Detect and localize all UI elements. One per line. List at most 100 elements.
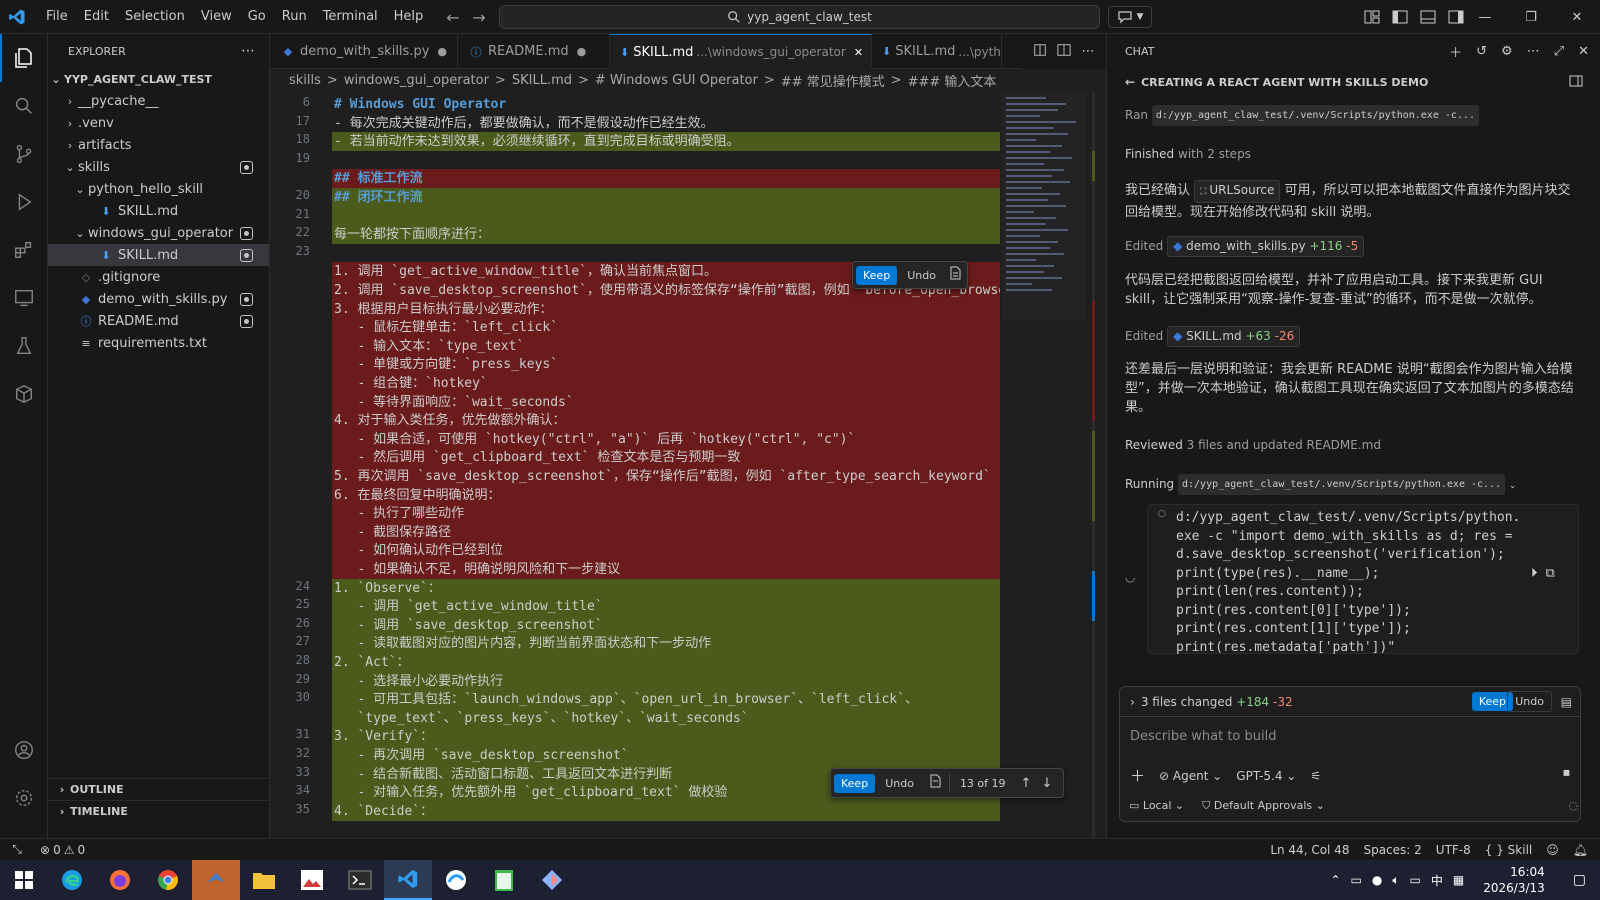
remote-indicator-icon[interactable]: ⤡ [0,842,34,857]
undo-button[interactable]: Undo [878,774,921,793]
open-terminal-icon[interactable]: ⧉ [1546,566,1555,581]
app-icon[interactable] [432,860,480,900]
history-icon[interactable]: ↺ [1476,44,1487,59]
testing-icon[interactable] [0,322,48,370]
edited-file-chip[interactable]: ◆ SKILL.md +63 -26 [1167,326,1301,347]
menu-item-help[interactable]: Help [386,0,432,34]
copilot-toggle[interactable]: ▼ [1108,0,1152,34]
add-context-icon[interactable]: ＋ [1130,765,1145,786]
maximize-icon[interactable]: ⤢ [1554,44,1564,59]
folder-windows-gui-operator[interactable]: ⌄ windows_gui_operator [48,222,269,244]
command-center-search[interactable]: yyp_agent_claw_test [499,5,1100,29]
containers-icon[interactable] [0,370,48,418]
windows-start-icon[interactable] [0,860,48,900]
chrome-icon[interactable] [144,860,192,900]
notepad-icon[interactable] [480,860,528,900]
file-item[interactable]: ◆ demo_with_skills.py [48,288,269,310]
clock[interactable]: 16:04 2026/3/13 [1469,864,1559,896]
close-tab-icon[interactable]: ✕ [854,46,863,59]
app-icon[interactable] [192,860,240,900]
back-arrow-icon[interactable]: ← [1125,75,1135,89]
tab-skill-md[interactable]: ⬇ SKILL.md ...\pyth [872,34,1002,69]
indentation[interactable]: Spaces: 2 [1363,843,1421,857]
more-actions-icon[interactable]: ⋯ [241,43,255,59]
notification-center-icon[interactable]: ▢ [1559,872,1600,888]
source-control-icon[interactable] [0,130,48,178]
remote-explorer-icon[interactable] [0,274,48,322]
minimap[interactable] [1000,91,1090,861]
breadcrumb-item[interactable]: skills [289,73,321,88]
keep-button[interactable]: Keep [834,773,876,793]
app-icon[interactable] [528,860,576,900]
customize-layout-icon[interactable] [1360,10,1384,24]
language-mode[interactable]: { } Skill [1485,843,1532,857]
workspace-root[interactable]: ⌄ YYP_AGENT_CLAW_TEST [48,68,269,90]
menu-item-edit[interactable]: Edit [76,0,117,34]
file-item[interactable]: ⬇ SKILL.md [48,200,269,222]
mode-picker[interactable]: ⊘ Agent ⌄ [1159,769,1222,783]
unsaved-changes-icon[interactable]: ● [437,45,447,58]
file-item[interactable]: ◇ .gitignore [48,266,269,288]
ime-indicator[interactable]: 中 [1426,872,1448,889]
run-debug-icon[interactable] [0,178,48,226]
app-tray-icon[interactable]: ● [1367,873,1387,887]
encoding[interactable]: UTF-8 [1436,843,1471,857]
display-icon[interactable]: ▭ [1346,873,1367,887]
explorer-icon[interactable] [0,34,48,82]
breadcrumb-item[interactable]: SKILL.md [512,73,572,88]
folder-skills[interactable]: ⌄ skills [48,156,269,178]
extensions-icon[interactable] [0,226,48,274]
vscode-taskbar-icon[interactable] [384,860,432,900]
chat-input[interactable]: Describe what to build [1130,729,1277,744]
stop-icon[interactable]: ⏹ [1563,765,1570,781]
edge-browser-icon[interactable] [48,860,96,900]
vscode-logo-icon[interactable] [0,0,34,34]
breadcrumb-item[interactable]: ## 常见操作模式 [781,71,885,90]
model-picker[interactable]: GPT-5.4 ⌄ [1236,769,1296,783]
file-item[interactable]: ⓘ README.md [48,310,269,332]
approvals-picker[interactable]: ⛉ Default Approvals ⌄ [1202,799,1325,813]
inline-undo-button[interactable]: Undo [900,266,943,285]
tools-icon[interactable]: ⚟ [1310,769,1321,783]
chevron-down-icon[interactable]: ⌄ [1509,481,1517,491]
files-changed-bar[interactable]: › 3 files changed +184 -32 Keep Undo ▤ [1120,687,1580,717]
more-actions-icon[interactable]: ⋯ [1527,44,1540,59]
open-changes-icon[interactable] [1028,43,1052,61]
forward-arrow-icon[interactable]: → [466,8,492,27]
photos-icon[interactable] [288,860,336,900]
terminal-output[interactable]: ○ d:/yyp_agent_claw_test/.venv/Scripts/p… [1147,504,1579,655]
menu-item-go[interactable]: Go [240,0,274,34]
split-editor-icon[interactable] [1052,43,1076,61]
edited-file-chip[interactable]: ◆ demo_with_skills.py +116 -5 [1167,236,1365,257]
outline-section[interactable]: › OUTLINE [48,778,270,800]
network-icon[interactable]: ▭ [1405,873,1426,887]
settings-gear-icon[interactable] [0,774,48,822]
restore-icon[interactable]: ❐ [1508,0,1554,34]
minimize-icon[interactable]: — [1462,0,1508,34]
ran-command[interactable]: d:/yyp_agent_claw_test/.venv/Scripts/pyt… [1151,105,1479,126]
back-arrow-icon[interactable]: ← [440,8,466,27]
toggle-primary-sidebar-icon[interactable] [1388,10,1412,24]
search-icon[interactable] [0,82,48,130]
toggle-panel-icon[interactable] [1416,10,1440,24]
view-changes-icon[interactable]: ▤ [1561,695,1572,709]
account-icon[interactable] [0,726,48,774]
show-diff-icon[interactable] [943,266,967,284]
toggle-sidebar-icon[interactable] [1569,75,1583,90]
timeline-section[interactable]: › TIMELINE [48,800,270,822]
new-chat-icon[interactable]: ＋ [1449,42,1462,61]
terminal-icon[interactable] [336,860,384,900]
file-item[interactable]: ⬇ SKILL.md [48,244,269,266]
code-editor[interactable]: # Windows GUI Operator - 每次完成关键动作后，都要做确认，… [332,91,1000,861]
finished-step[interactable]: Finished with 2 steps [1125,145,1580,164]
folder--venv[interactable]: › .venv [48,112,269,134]
file-explorer-icon[interactable] [240,860,288,900]
folder--pycache-[interactable]: › __pycache__ [48,90,269,112]
undo-all-button[interactable]: Undo [1507,691,1552,712]
menu-item-file[interactable]: File [38,0,76,34]
reviewed-step[interactable]: Reviewed 3 files and updated README.md [1125,436,1580,455]
notifications-bell-icon[interactable]: 🔔︎ [1573,843,1588,857]
breadcrumb-item[interactable]: windows_gui_operator [344,73,489,88]
copilot-status-icon[interactable]: ☺ [1546,843,1559,857]
file-item[interactable]: ≡ requirements.txt [48,332,269,354]
